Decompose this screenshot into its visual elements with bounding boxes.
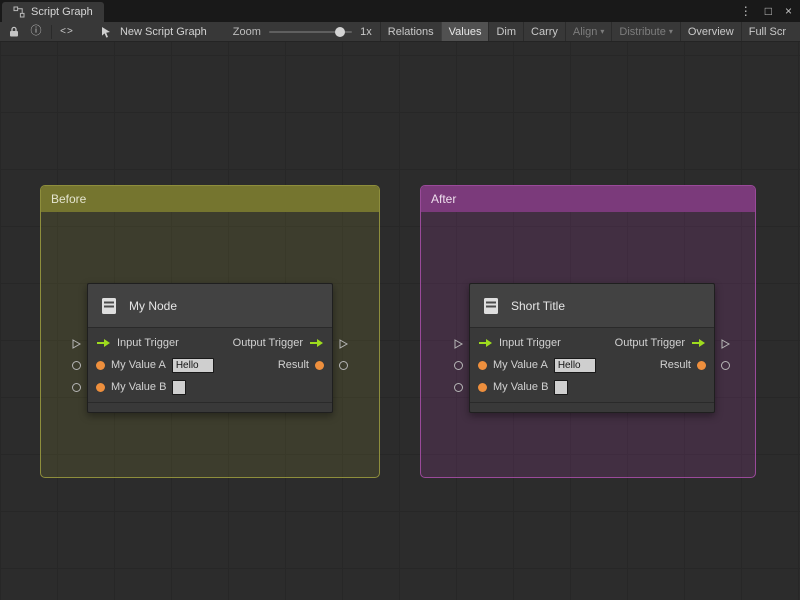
unit-icon [484,297,498,314]
maximize-icon[interactable]: □ [765,5,772,17]
result-label: Result [277,359,309,371]
graph-canvas[interactable]: Before After My Node Input Trigger Outpu… [0,42,800,600]
node-footer [470,402,714,412]
input-trigger-label: Input Trigger [499,337,561,349]
distribute-label: Distribute [619,25,666,38]
port-row: My Value B [88,376,332,398]
group-before-label: Before [51,192,87,206]
external-result-handle[interactable] [721,361,730,370]
node-title: Short Title [511,298,566,313]
tab-bar: Script Graph ⋮ □ × [0,0,800,22]
fullscreen-button[interactable]: Full Scr [740,22,793,41]
value-b-port[interactable] [96,382,105,392]
port-row: Input Trigger Output Trigger [88,332,332,354]
value-b-port[interactable] [478,382,487,392]
node-ports: Input Trigger Output Trigger My Value A … [88,328,332,402]
value-a-port[interactable] [96,360,105,370]
graph-toolbar: ⓘ <> New Script Graph Zoom 1x Relations … [0,22,800,42]
node-ports: Input Trigger Output Trigger My Value A … [470,328,714,402]
node-header[interactable]: Short Title [470,284,714,328]
graph-name-label[interactable]: New Script Graph [120,26,207,38]
external-flow-output-handle[interactable] [339,339,348,349]
value-a-label: My Value A [493,359,548,371]
value-a-port[interactable] [478,360,487,370]
input-trigger-label: Input Trigger [117,337,179,349]
output-trigger-port[interactable] [691,338,706,348]
group-after-label: After [431,192,457,206]
external-result-handle[interactable] [339,361,348,370]
input-trigger-port[interactable] [478,338,493,348]
result-label: Result [659,359,691,371]
graph-pointer-icon [100,26,112,38]
lock-icon[interactable] [7,26,21,37]
result-port[interactable] [697,360,706,370]
code-icon[interactable]: <> [60,26,74,37]
external-flow-input-handle[interactable] [454,339,463,349]
value-a-field[interactable] [553,357,596,373]
port-row: My Value A Result [88,354,332,376]
result-port[interactable] [315,360,324,370]
align-label: Align [572,25,598,38]
unit-icon [102,297,116,314]
group-after-header[interactable]: After [421,186,755,212]
chevron-down-icon: ▾ [600,26,605,36]
external-value-b-handle[interactable] [72,383,81,392]
kebab-menu-icon[interactable]: ⋮ [740,5,752,17]
value-a-field[interactable] [171,357,214,373]
dim-button[interactable]: Dim [488,22,523,41]
port-row: My Value A Result [470,354,714,376]
zoom-slider[interactable] [268,25,353,39]
carry-button[interactable]: Carry [523,22,565,41]
zoom-value[interactable]: 1x [360,26,372,38]
info-icon[interactable]: ⓘ [29,26,43,37]
overview-button[interactable]: Overview [679,22,741,41]
zoom-slider-knob[interactable] [334,26,345,37]
value-b-field[interactable] [172,379,187,395]
node-footer [88,402,332,412]
toolbar-separator [51,24,52,39]
value-b-label: My Value B [111,381,167,393]
align-dropdown[interactable]: Align ▾ [564,22,611,41]
zoom-label: Zoom [232,25,261,38]
external-value-a-handle[interactable] [72,361,81,370]
node-title: My Node [129,298,178,313]
group-before-header[interactable]: Before [41,186,379,212]
value-b-label: My Value B [493,381,549,393]
close-icon[interactable]: × [785,5,792,17]
script-graph-icon [13,6,25,18]
window-controls: ⋮ □ × [740,0,792,22]
external-flow-input-handle[interactable] [72,339,81,349]
tab-script-graph[interactable]: Script Graph [2,2,104,22]
port-row: My Value B [470,376,714,398]
output-trigger-port[interactable] [309,338,324,348]
value-b-field[interactable] [554,379,569,395]
external-value-a-handle[interactable] [454,361,463,370]
external-flow-output-handle[interactable] [721,339,730,349]
node-my-node[interactable]: My Node Input Trigger Output Trigger My … [72,283,348,413]
node-header[interactable]: My Node [88,284,332,328]
port-row: Input Trigger Output Trigger [470,332,714,354]
output-trigger-label: Output Trigger [232,337,303,349]
tab-title: Script Graph [31,6,93,18]
values-button[interactable]: Values [440,22,489,41]
distribute-dropdown[interactable]: Distribute ▾ [611,22,679,41]
toolbar-buttons: Relations Values Dim Carry Align ▾ Distr… [379,22,793,41]
input-trigger-port[interactable] [96,338,111,348]
output-trigger-label: Output Trigger [614,337,685,349]
external-value-b-handle[interactable] [454,383,463,392]
relations-button[interactable]: Relations [379,22,441,41]
chevron-down-icon: ▾ [668,26,673,36]
value-a-label: My Value A [111,359,166,371]
node-short-title[interactable]: Short Title Input Trigger Output Trigger… [454,283,730,413]
